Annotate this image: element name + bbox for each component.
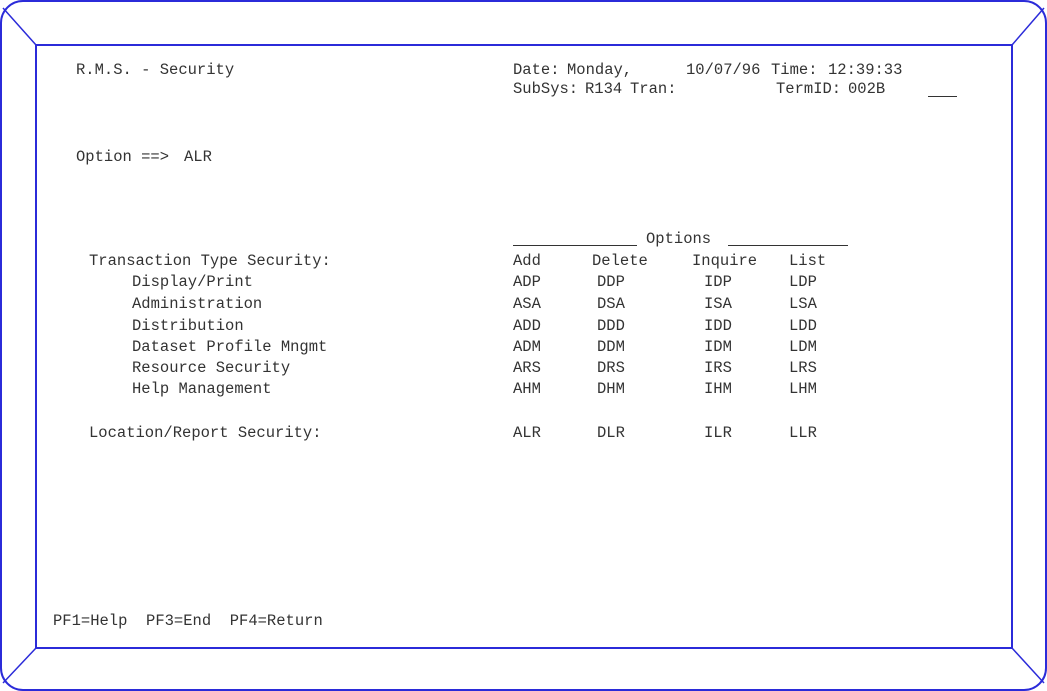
code-list: LDD	[789, 317, 817, 335]
subsys-label: SubSys:	[513, 80, 579, 98]
code-delete: DLR	[597, 424, 625, 442]
option-input[interactable]: ALR	[184, 148, 212, 166]
transaction-section-label: Transaction Type Security:	[89, 252, 331, 270]
option-label: Option ==>	[76, 148, 170, 166]
code-inquire: ILR	[704, 424, 732, 442]
code-add: ADD	[513, 317, 541, 335]
termid-extra-field[interactable]	[928, 80, 957, 97]
code-add: ALR	[513, 424, 541, 442]
row-label: Administration	[132, 295, 263, 313]
row-label: Display/Print	[132, 273, 253, 291]
code-delete: DDM	[597, 338, 625, 356]
code-inquire: IHM	[704, 380, 732, 398]
subsys-value: R134	[585, 80, 623, 98]
column-header-delete: Delete	[592, 252, 648, 270]
row-label: Resource Security	[132, 359, 291, 377]
code-list: LDM	[789, 338, 817, 356]
code-list: LHM	[789, 380, 817, 398]
code-inquire: IRS	[704, 359, 732, 377]
row-label: Dataset Profile Mngmt	[132, 338, 328, 356]
code-add: ASA	[513, 295, 541, 313]
code-delete: DSA	[597, 295, 625, 313]
options-rule-left	[513, 230, 637, 246]
code-add: ADP	[513, 273, 541, 291]
termid-value: 002B	[848, 80, 886, 98]
code-list: LLR	[789, 424, 817, 442]
termid-label: TermID:	[776, 80, 842, 98]
code-delete: DDP	[597, 273, 625, 291]
column-header-add: Add	[513, 252, 541, 270]
options-rule-right	[728, 230, 848, 246]
code-inquire: IDM	[704, 338, 732, 356]
tran-label: Tran:	[630, 80, 677, 98]
time-value: 12:39:33	[828, 61, 903, 79]
date-label: Date:	[513, 61, 560, 79]
date-day: Monday,	[567, 61, 633, 79]
code-inquire: IDD	[704, 317, 732, 335]
code-delete: DHM	[597, 380, 625, 398]
options-header: Options	[646, 230, 712, 248]
code-delete: DDD	[597, 317, 625, 335]
code-inquire: IDP	[704, 273, 732, 291]
code-list: LRS	[789, 359, 817, 377]
code-add: ADM	[513, 338, 541, 356]
column-header-list: List	[789, 252, 827, 270]
row-label: Help Management	[132, 380, 272, 398]
screen-title: R.M.S. - Security	[76, 61, 235, 79]
code-inquire: ISA	[704, 295, 732, 313]
pf-key-legend: PF1=Help PF3=End PF4=Return	[53, 612, 323, 630]
code-list: LDP	[789, 273, 817, 291]
code-delete: DRS	[597, 359, 625, 377]
code-add: ARS	[513, 359, 541, 377]
code-list: LSA	[789, 295, 817, 313]
row-label: Distribution	[132, 317, 244, 335]
time-label: Time:	[771, 61, 818, 79]
date-value: 10/07/96	[686, 61, 761, 79]
column-header-inquire: Inquire	[692, 252, 758, 270]
code-add: AHM	[513, 380, 541, 398]
location-section-label: Location/Report Security:	[89, 424, 322, 442]
